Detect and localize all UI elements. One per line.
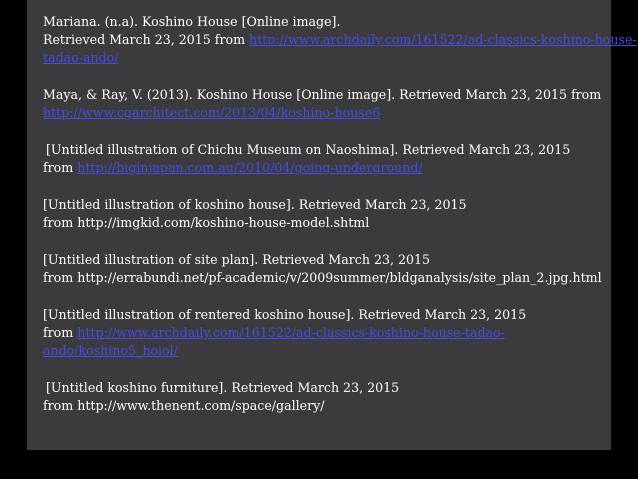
reference-entry-site-plan: [Untitled illustration of site plan]. Re… (43, 251, 611, 287)
reference-line: http://www.cgarchitect.com/2013/04/koshi… (43, 104, 611, 122)
reference-entry-rendered-house: [Untitled illustration of rentered koshi… (43, 306, 611, 360)
reference-entry-maya-ray: Maya, & Ray, V. (2013). Koshino House [O… (43, 86, 611, 122)
reference-text: [Untitled illustration of site plan]. Re… (43, 252, 431, 267)
reference-line: from http://www.archdaily.com/161522/ad-… (43, 324, 611, 342)
references-panel: Mariana. (n.a). Koshino House [Online im… (27, 0, 637, 450)
reference-link-biginjapan[interactable]: http://biginjapan.com.au/2010/04/going-u… (77, 160, 422, 175)
reference-link-archdaily-continued[interactable]: tadao-ando/ (43, 50, 118, 65)
reference-text: Maya, & Ray, V. (2013). Koshino House [O… (43, 87, 602, 102)
reference-line: from http://biginjapan.com.au/2010/04/go… (43, 159, 611, 177)
reference-text: [Untitled koshino furniture]. Retrieved … (46, 380, 400, 395)
reference-text: Retrieved March 23, 2015 from (43, 32, 250, 47)
reference-text: from (43, 160, 78, 175)
reference-text: from (43, 325, 78, 340)
reference-line: tadao-ando/ (43, 49, 611, 67)
reference-link-archdaily-koshino5-continued[interactable]: ando/koshino5_hoiol/ (43, 343, 178, 358)
reference-text: from http://errabundi.net/pf-academic/v/… (43, 270, 602, 285)
reference-text: [Untitled illustration of Chichu Museum … (46, 142, 571, 157)
reference-text: Mariana. (n.a). Koshino House [Online im… (43, 14, 341, 29)
reference-entry-mariana: Mariana. (n.a). Koshino House [Online im… (43, 13, 637, 67)
reference-link-cgarchitect[interactable]: http://www.cgarchitect.com/2013/04/koshi… (43, 105, 380, 120)
reference-entry-furniture: [Untitled koshino furniture]. Retrieved … (43, 379, 611, 415)
reference-text: from http://www.thenent.com/space/galler… (43, 398, 325, 413)
reference-text: [Untitled illustration of rentered koshi… (43, 307, 527, 322)
reference-link-archdaily-koshino5[interactable]: http://www.archdaily.com/161522/ad-class… (77, 325, 505, 340)
reference-text: [Untitled illustration of koshino house]… (43, 197, 467, 212)
slide: Mariana. (n.a). Koshino House [Online im… (0, 0, 638, 479)
reference-line: Retrieved March 23, 2015 from http://www… (43, 31, 637, 49)
reference-link-archdaily[interactable]: http://www.archdaily.com/161522/ad-class… (249, 32, 637, 47)
reference-entry-koshino-model: [Untitled illustration of koshino house]… (43, 196, 611, 232)
reference-line: ando/koshino5_hoiol/ (43, 342, 611, 360)
reference-text: from http://imgkid.com/koshino-house-mod… (43, 215, 370, 230)
reference-entry-chichu-museum: [Untitled illustration of Chichu Museum … (43, 141, 611, 177)
